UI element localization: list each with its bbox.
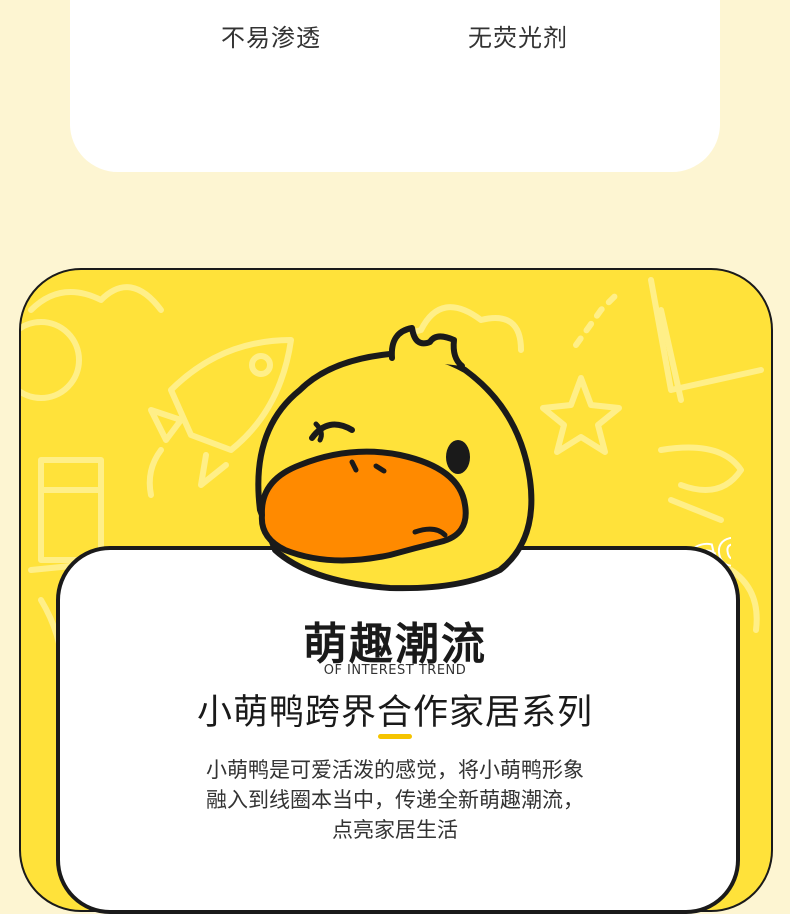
feature-label-leakproof: 不易渗透	[221, 24, 321, 52]
duck-mascot	[255, 325, 535, 592]
description-line: 融入到线圈本当中，传递全新萌趣潮流，	[206, 788, 584, 812]
divider	[378, 734, 412, 739]
features-card: 不易渗透 无荧光剂	[70, 0, 720, 172]
card-description: 小萌鸭是可爱活泼的感觉，将小萌鸭形象 融入到线圈本当中，传递全新萌趣潮流， 点亮…	[140, 755, 650, 845]
description-line: 点亮家居生活	[332, 818, 458, 842]
card-subtitle-en: OF INTEREST TREND	[323, 663, 467, 678]
card-heading: 小萌鸭跨界合作家居系列	[196, 693, 593, 733]
description-line: 小萌鸭是可爱活泼的感觉，将小萌鸭形象	[206, 758, 584, 782]
feature-label-no-fluorescent: 无荧光剂	[468, 24, 568, 52]
